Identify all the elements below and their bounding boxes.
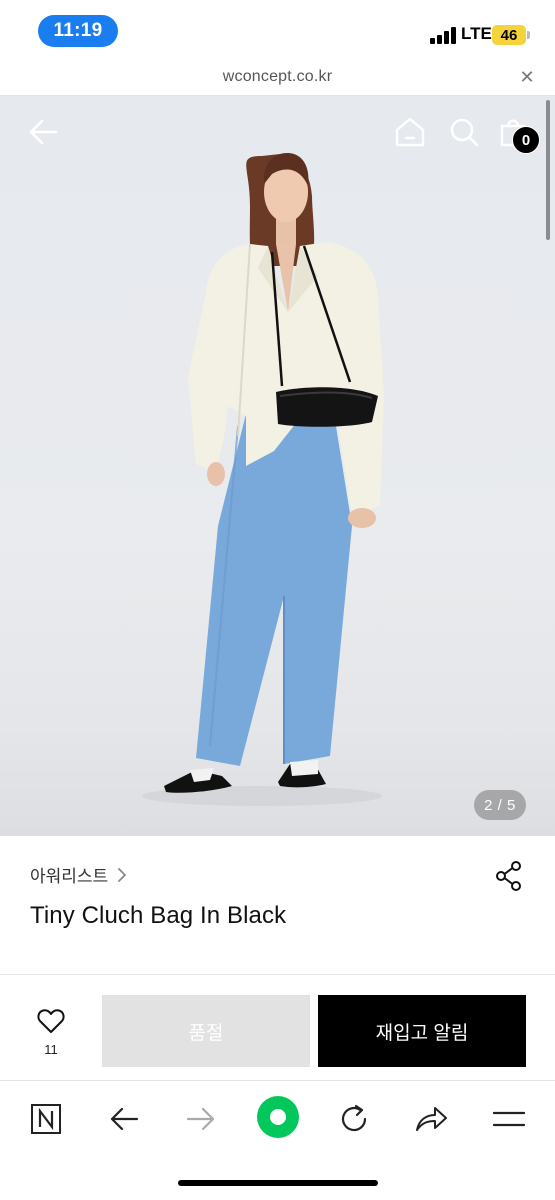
naver-green-dot-icon[interactable] [256,1095,300,1139]
battery-icon: 46 [492,25,530,45]
brand-name: 아워리스트 [30,867,109,886]
browser-back-button[interactable] [104,1099,144,1139]
naver-n-icon[interactable] [30,1103,62,1135]
cart-count-badge: 0 [512,126,540,154]
wishlist-button[interactable]: 11 [22,1008,80,1064]
naver-green-button[interactable] [256,1095,300,1139]
restock-alert-button[interactable]: 재입고 알림 [318,995,526,1067]
chevron-right-icon [118,867,127,882]
close-icon[interactable]: ✕ [519,68,535,86]
menu-button[interactable] [489,1099,529,1139]
back-arrow-icon[interactable] [28,116,60,148]
product-image-carousel[interactable]: 2 / 5 [0,96,555,836]
battery-level: 46 [500,26,518,44]
refresh-icon[interactable] [338,1103,370,1135]
heart-icon[interactable] [37,1008,65,1034]
search-icon[interactable] [448,116,480,148]
brand-link[interactable]: 아워리스트 [30,862,127,887]
network-type: LTE [461,24,492,43]
url-bar[interactable]: wconcept.co.kr ✕ [0,62,555,96]
wish-count: 11 [44,1042,58,1057]
share-arrow-icon[interactable] [414,1104,448,1134]
page-scrollbar[interactable] [546,100,550,240]
home-icon[interactable] [394,116,426,148]
status-bar: 11:19 LTE 46 [0,0,555,62]
browser-back-icon[interactable] [109,1106,139,1132]
sold-out-button: 품절 [102,995,310,1067]
refresh-button[interactable] [334,1099,374,1139]
home-indicator [178,1180,378,1186]
status-time: 11:19 [38,15,118,47]
browser-forward-icon[interactable] [186,1106,216,1132]
product-photo [142,153,384,806]
product-title: Tiny Cluch Bag In Black [30,902,287,929]
browser-forward-button[interactable] [181,1099,221,1139]
naver-home-button[interactable] [26,1099,66,1139]
divider [0,974,555,975]
share-page-button[interactable] [411,1099,451,1139]
share-icon[interactable] [494,860,524,892]
url-text[interactable]: wconcept.co.kr [0,68,555,86]
carousel-page-indicator: 2 / 5 [474,790,526,820]
menu-icon[interactable] [493,1109,525,1129]
cellular-signal-icon [430,27,456,44]
